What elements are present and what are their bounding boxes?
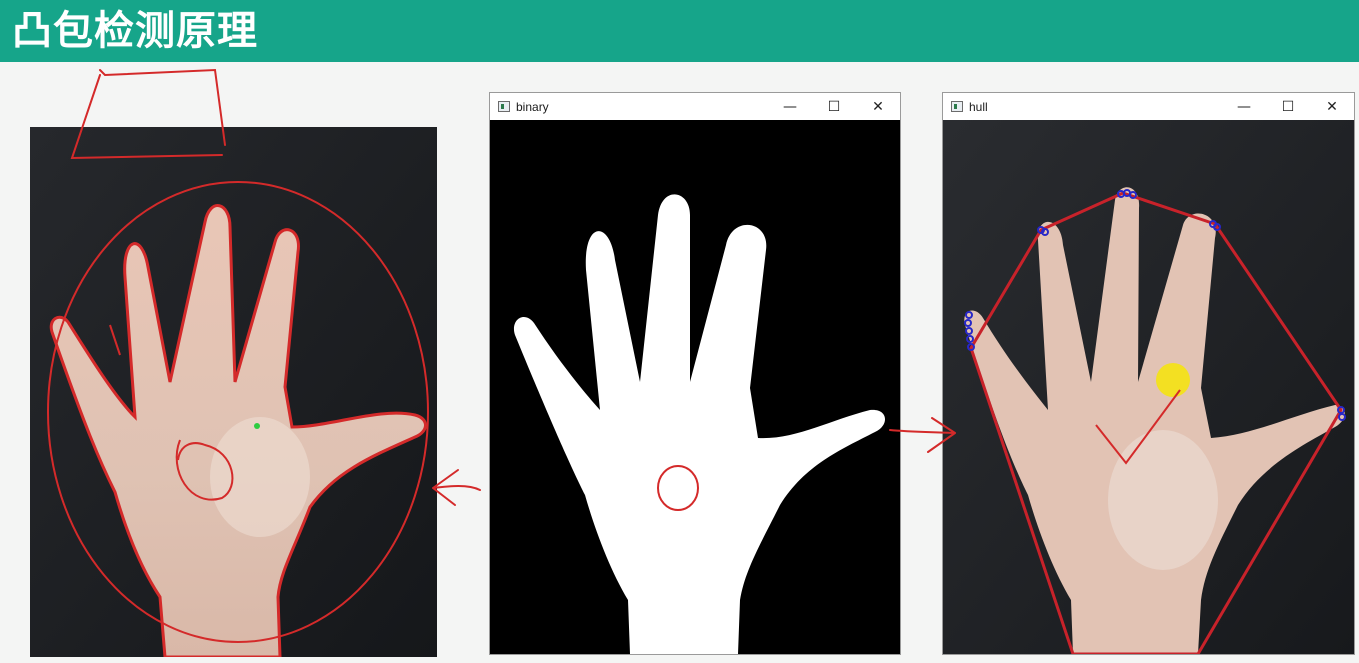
palm-highlight xyxy=(210,417,310,537)
slide-title-bar: 凸包检测原理 xyxy=(0,0,1359,62)
palm-highlight xyxy=(1108,430,1218,570)
binary-window-titlebar[interactable]: binary — ☐ ✕ xyxy=(490,93,900,120)
close-button[interactable]: ✕ xyxy=(1310,93,1354,120)
maximize-button[interactable]: ☐ xyxy=(812,93,856,120)
hull-window-title: hull xyxy=(969,99,988,114)
binary-image xyxy=(490,120,900,654)
slide-title: 凸包检测原理 xyxy=(12,8,258,54)
hull-window-titlebar[interactable]: hull — ☐ ✕ xyxy=(943,93,1354,120)
left-arrow xyxy=(432,469,481,506)
hull-window: hull — ☐ ✕ xyxy=(942,92,1355,655)
maximize-button[interactable]: ☐ xyxy=(1266,93,1310,120)
window-app-icon xyxy=(951,101,963,112)
minimize-button[interactable]: — xyxy=(1222,93,1266,120)
window-app-icon xyxy=(498,101,510,112)
close-button[interactable]: ✕ xyxy=(856,93,900,120)
binary-window-title: binary xyxy=(516,99,549,114)
hull-image xyxy=(943,120,1354,654)
yellow-highlight xyxy=(1156,363,1190,397)
minimize-button[interactable]: — xyxy=(768,93,812,120)
binary-window: binary — ☐ ✕ xyxy=(489,92,901,655)
green-marker-dot xyxy=(254,423,260,429)
hand-contour-photo xyxy=(30,127,437,657)
